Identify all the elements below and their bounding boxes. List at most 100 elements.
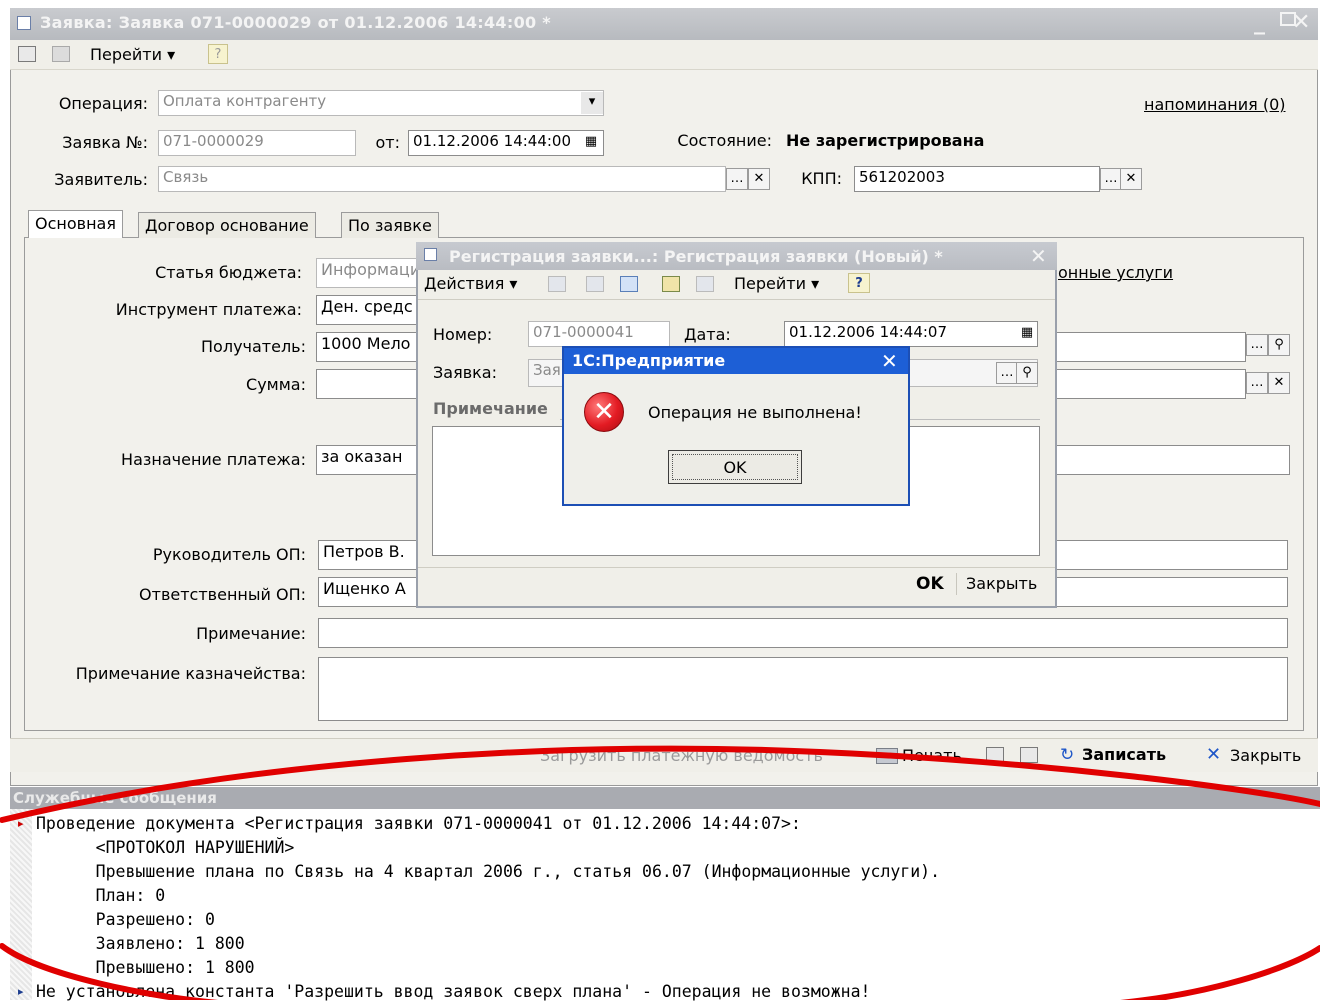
print-icon bbox=[876, 748, 898, 764]
dialog-close-button[interactable]: Закрыть bbox=[966, 574, 1037, 593]
close-icon[interactable]: ✕ bbox=[1292, 10, 1310, 35]
window-icon bbox=[17, 16, 31, 30]
service-messages-title: Служебные сообщения bbox=[13, 789, 217, 807]
service-line: Превышение плана по Связь на 4 квартал 2… bbox=[46, 862, 941, 881]
head-op-label: Руководитель ОП: bbox=[152, 545, 306, 564]
close-button[interactable]: Закрыть bbox=[1230, 746, 1301, 765]
dialog-date-field[interactable]: 01.12.2006 14:44:07 bbox=[784, 321, 1038, 347]
main-window-title: Заявка: Заявка 071-0000029 от 01.12.2006… bbox=[40, 13, 551, 32]
dialog-ok-button[interactable]: OK bbox=[916, 574, 944, 594]
edit-icon[interactable] bbox=[18, 46, 36, 62]
dialog-button-separator bbox=[956, 573, 957, 595]
note-field[interactable] bbox=[318, 618, 1288, 648]
request-search-icon[interactable]: ⚲ bbox=[1016, 362, 1038, 384]
payment-tool-field[interactable]: Ден. средс bbox=[316, 295, 418, 325]
main-toolbar bbox=[10, 40, 1318, 70]
service-line: Заявлено: 1 800 bbox=[46, 934, 245, 953]
message-text: Операция не выполнена! bbox=[648, 403, 862, 422]
registration-title: Регистрация заявки...: Регистрация заявк… bbox=[449, 247, 943, 266]
budget-item-field[interactable]: Информаци bbox=[316, 258, 418, 288]
clear-icon[interactable]: ✕ bbox=[748, 168, 770, 190]
amount-select-button[interactable]: … bbox=[1246, 372, 1268, 394]
kpp-field[interactable]: 561202003 bbox=[854, 166, 1100, 192]
dialog-date-label: Дата: bbox=[684, 325, 731, 344]
service-line: <ПРОТОКОЛ НАРУШЕНИЙ> bbox=[46, 838, 295, 857]
date-field[interactable]: 01.12.2006 14:44:00 bbox=[408, 130, 604, 156]
head-op-field[interactable]: Петров В. bbox=[318, 540, 418, 570]
reminders-link[interactable]: напоминания (0) bbox=[1144, 95, 1285, 114]
save-icon: ↻ bbox=[1060, 745, 1075, 765]
resp-op-label: Ответственный ОП: bbox=[139, 585, 306, 604]
state-label: Состояние: bbox=[677, 131, 772, 150]
post-icon[interactable] bbox=[662, 276, 680, 292]
resp-op-field[interactable]: Ищенко А bbox=[318, 577, 418, 607]
number-field[interactable]: 071-0000041 bbox=[528, 321, 670, 347]
amount-field-end[interactable] bbox=[1056, 369, 1246, 399]
budget-item-label: Статья бюджета: bbox=[155, 263, 302, 282]
service-line: Проведение документа <Регистрация заявки… bbox=[36, 814, 801, 833]
request-no-field[interactable]: 071-0000029 bbox=[158, 130, 356, 156]
struct-icon[interactable] bbox=[586, 276, 604, 292]
tab-contract[interactable]: Договор основание bbox=[138, 212, 316, 238]
treasury-note-field[interactable] bbox=[318, 657, 1288, 721]
applicant-label: Заявитель: bbox=[54, 170, 148, 189]
recipient-label: Получатель: bbox=[201, 337, 306, 356]
purpose-field-end[interactable] bbox=[1056, 445, 1290, 475]
dialog-calendar-icon[interactable]: ▦ bbox=[1016, 323, 1038, 345]
kpp-label: КПП: bbox=[801, 169, 842, 188]
resp-op-field-end[interactable] bbox=[1056, 577, 1288, 607]
head-op-field-end[interactable] bbox=[1056, 540, 1288, 570]
recipient-search-icon[interactable]: ⚲ bbox=[1268, 334, 1290, 356]
dialog-divider bbox=[418, 299, 1055, 300]
treasury-note-label: Примечание казначейства: bbox=[75, 664, 306, 683]
load-statement-button[interactable]: Загрузить платежную ведомость bbox=[540, 746, 823, 765]
service-line: План: 0 bbox=[46, 886, 166, 905]
recipient-select-button[interactable]: … bbox=[1246, 334, 1268, 356]
actions-menu[interactable]: Действия ▾ bbox=[424, 274, 517, 293]
message-title: 1С:Предприятие bbox=[572, 351, 726, 370]
service-line: Не установлена константа 'Разрешить ввод… bbox=[36, 982, 871, 1001]
amount-clear-icon[interactable]: ✕ bbox=[1268, 372, 1290, 394]
recipient-field-end[interactable] bbox=[1056, 332, 1246, 362]
unpost-icon[interactable] bbox=[696, 276, 714, 292]
payment-tool-label: Инструмент платежа: bbox=[115, 300, 302, 319]
purpose-field[interactable]: за оказан bbox=[316, 445, 418, 475]
close-x-icon: ✕ bbox=[1206, 744, 1222, 765]
dialog-window-icon bbox=[424, 248, 437, 261]
tab-by-request[interactable]: По заявке bbox=[341, 212, 439, 238]
message-ok-button[interactable]: OK bbox=[672, 454, 798, 480]
back-icon[interactable] bbox=[548, 276, 566, 292]
doc-icon[interactable] bbox=[986, 747, 1004, 763]
budget-item-link[interactable]: онные услуги bbox=[1058, 263, 1173, 282]
kpp-select-button[interactable]: … bbox=[1100, 168, 1122, 190]
amount-label: Сумма: bbox=[246, 375, 306, 394]
save-button[interactable]: Записать bbox=[1082, 745, 1166, 764]
error-icon: ✕ bbox=[584, 392, 624, 432]
tab-main[interactable]: Основная bbox=[28, 210, 123, 238]
amount-field[interactable] bbox=[316, 369, 418, 399]
copy-icon[interactable] bbox=[1020, 747, 1038, 763]
applicant-field[interactable]: Связь bbox=[158, 166, 726, 192]
kpp-clear-icon[interactable]: ✕ bbox=[1120, 168, 1142, 190]
request-select-button[interactable]: … bbox=[996, 362, 1018, 384]
print-button[interactable]: Печать bbox=[902, 746, 962, 765]
dialog-help-icon[interactable]: ? bbox=[848, 273, 870, 293]
select-button[interactable]: … bbox=[726, 168, 748, 190]
dialog-goto-menu[interactable]: Перейти ▾ bbox=[734, 274, 819, 293]
dialog-close-icon[interactable]: ✕ bbox=[1030, 244, 1047, 268]
request-no-label: Заявка №: bbox=[62, 133, 148, 152]
service-line: Разрешено: 0 bbox=[46, 910, 215, 929]
list-icon[interactable] bbox=[52, 46, 70, 62]
state-value: Не зарегистрирована bbox=[786, 131, 985, 150]
operation-select[interactable]: Оплата контрагенту bbox=[158, 90, 604, 116]
message-close-icon[interactable]: ✕ bbox=[881, 349, 898, 373]
chevron-down-icon[interactable]: ▾ bbox=[581, 92, 603, 114]
minimize-icon[interactable]: _ bbox=[1254, 10, 1265, 35]
recipient-field[interactable]: 1000 Мело bbox=[316, 332, 418, 362]
help-icon[interactable]: ? bbox=[208, 44, 228, 64]
note-label: Примечание: bbox=[196, 624, 306, 643]
refresh-icon[interactable] bbox=[620, 276, 638, 292]
goto-menu[interactable]: Перейти ▾ bbox=[90, 45, 175, 64]
request-label: Заявка: bbox=[433, 363, 497, 382]
calendar-icon[interactable]: ▦ bbox=[580, 132, 602, 154]
